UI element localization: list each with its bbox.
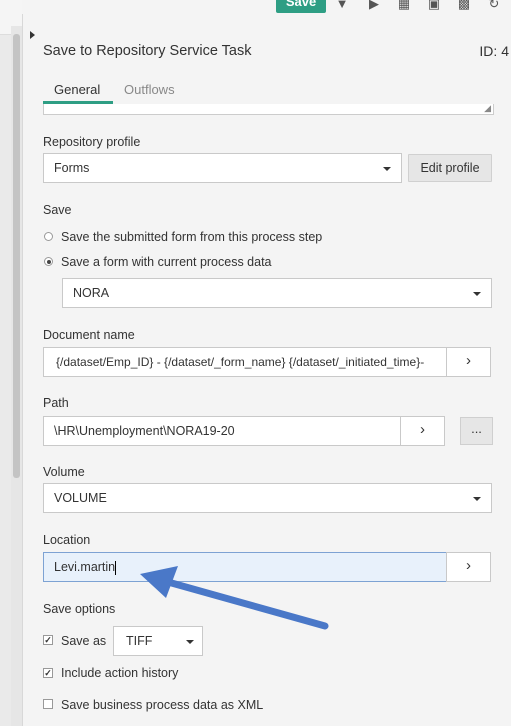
- volume-value: VOLUME: [54, 491, 107, 505]
- document-name-input[interactable]: {/dataset/Emp_ID} - {/dataset/_form_name…: [43, 347, 447, 377]
- location-value: Levi.martin: [54, 560, 116, 574]
- grid-icon[interactable]: ▦: [396, 0, 412, 10]
- caret-down-icon[interactable]: ▼: [334, 0, 350, 10]
- save-submitted-label[interactable]: Save the submitted form from this proces…: [61, 230, 322, 244]
- repository-profile-value: Forms: [54, 161, 90, 175]
- business-xml-checkbox[interactable]: [43, 699, 53, 709]
- task-id-label: ID: 4: [479, 43, 509, 59]
- chevron-down-icon: [473, 292, 481, 296]
- path-label: Path: [43, 396, 69, 410]
- document-name-expand-button[interactable]: ›: [446, 347, 491, 377]
- save-as-format-value: TIFF: [126, 634, 153, 648]
- resize-grip-icon[interactable]: ◢: [484, 104, 491, 113]
- chevron-down-icon: [383, 167, 391, 171]
- volume-label: Volume: [43, 465, 85, 479]
- repository-profile-label: Repository profile: [43, 135, 141, 149]
- chevron-down-icon: [186, 640, 194, 644]
- form-select[interactable]: NORA: [62, 278, 492, 308]
- play-icon[interactable]: ▶: [366, 0, 382, 10]
- repository-profile-select[interactable]: Forms: [43, 153, 402, 183]
- save-current-data-radio[interactable]: [44, 257, 53, 266]
- location-label: Location: [43, 533, 91, 547]
- save-options-label: Save options: [43, 602, 116, 616]
- path-input[interactable]: \HR\Unemployment\NORA19-20: [43, 416, 401, 446]
- edit-profile-button[interactable]: Edit profile: [408, 154, 492, 182]
- include-history-label[interactable]: Include action history: [61, 666, 178, 680]
- volume-select[interactable]: VOLUME: [43, 483, 492, 513]
- description-textarea[interactable]: ◢: [43, 104, 494, 115]
- tab-general[interactable]: General: [54, 82, 100, 97]
- panel-title: Save to Repository Service Task: [43, 43, 252, 59]
- save-as-format-select[interactable]: TIFF: [113, 626, 203, 656]
- scrollbar-thumb[interactable]: [13, 34, 20, 478]
- form-select-value: NORA: [73, 286, 110, 300]
- chevron-right-icon: ›: [420, 421, 425, 438]
- chevron-right-icon: ›: [466, 352, 471, 369]
- save-current-data-label[interactable]: Save a form with current process data: [61, 255, 272, 269]
- document-name-label: Document name: [43, 328, 135, 342]
- expand-caret-icon[interactable]: [30, 31, 35, 39]
- image-icon[interactable]: ▣: [426, 0, 442, 10]
- path-expand-button[interactable]: ›: [400, 416, 445, 446]
- business-xml-label[interactable]: Save business process data as XML: [61, 698, 263, 712]
- save-button[interactable]: Save: [276, 0, 326, 13]
- include-history-checkbox[interactable]: ✓: [43, 668, 53, 678]
- chevron-down-icon: [473, 497, 481, 501]
- refresh-icon[interactable]: ↻: [486, 0, 502, 10]
- save-submitted-radio[interactable]: [44, 232, 53, 241]
- tab-outflows[interactable]: Outflows: [124, 82, 175, 97]
- text-cursor: [115, 560, 117, 575]
- path-browse-button[interactable]: ...: [460, 417, 493, 445]
- location-expand-button[interactable]: ›: [446, 552, 491, 582]
- save-as-checkbox[interactable]: ✓: [43, 635, 53, 645]
- save-as-label[interactable]: Save as: [61, 634, 106, 648]
- save-disk-icon[interactable]: ▩: [456, 0, 472, 10]
- save-section-label: Save: [43, 203, 72, 217]
- chevron-right-icon: ›: [466, 557, 471, 574]
